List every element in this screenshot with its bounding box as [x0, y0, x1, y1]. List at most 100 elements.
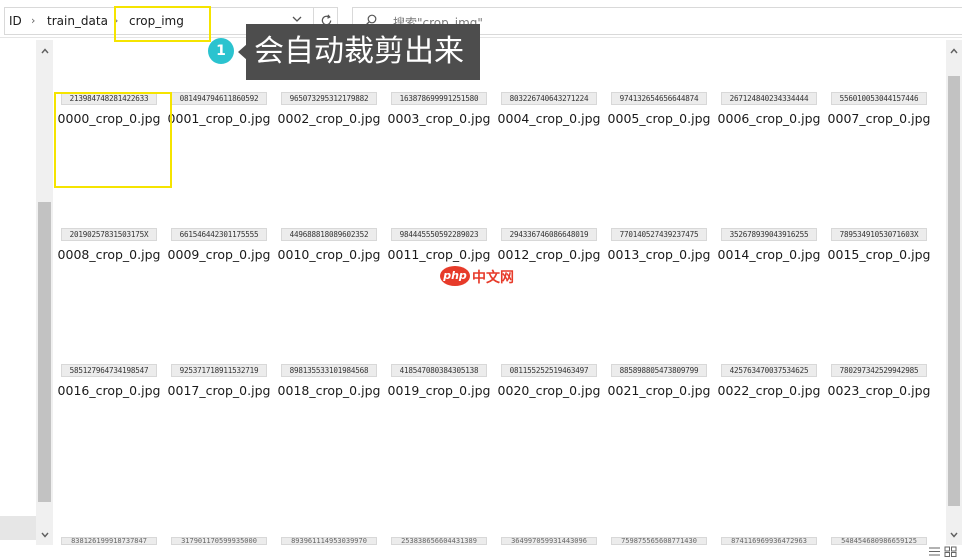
file-thumbnail: 974132654656644874	[611, 92, 707, 105]
file-thumbnail-partial: 548454680986659125	[831, 537, 927, 545]
file-thumbnail: 78953491053071603X	[831, 228, 927, 241]
file-name: 0005_crop_0.jpg	[607, 111, 711, 126]
file-name: 0011_crop_0.jpg	[387, 247, 491, 262]
file-thumbnail: 418547080384305138	[391, 364, 487, 377]
file-name: 0020_crop_0.jpg	[497, 383, 601, 398]
file-thumbnail-partial: 364997059931443096	[501, 537, 597, 545]
file-thumbnail-partial: 317901170599935000	[171, 537, 267, 545]
file-item[interactable]: 425763470037534625 0022_crop_0.jpg	[714, 324, 824, 460]
chevron-down-icon	[950, 532, 958, 538]
file-name: 0006_crop_0.jpg	[717, 111, 821, 126]
details-view-icon[interactable]	[928, 546, 941, 557]
content-scrollbar[interactable]	[946, 40, 962, 545]
breadcrumb-train-data[interactable]: train_data	[47, 14, 108, 28]
file-name: 0013_crop_0.jpg	[607, 247, 711, 262]
file-item[interactable]: 770140527439237475 0013_crop_0.jpg	[604, 188, 714, 324]
file-name: 0023_crop_0.jpg	[827, 383, 931, 398]
file-name: 0012_crop_0.jpg	[497, 247, 601, 262]
chevron-down-icon	[292, 16, 302, 22]
file-thumbnail: 267124840234334444	[721, 92, 817, 105]
file-name: 0002_crop_0.jpg	[277, 111, 381, 126]
file-thumbnail: 803226740643271224	[501, 92, 597, 105]
file-item[interactable]: 78953491053071603X 0015_crop_0.jpg	[824, 188, 934, 324]
navigation-pane[interactable]	[0, 40, 36, 559]
file-item[interactable]: 898135533101984568 0018_crop_0.jpg	[274, 324, 384, 460]
callout-text: 会自动裁剪出来	[246, 24, 480, 80]
file-item[interactable]: 585127964734198547 0016_crop_0.jpg	[54, 324, 164, 460]
file-thumbnail: 163878699991251580	[391, 92, 487, 105]
file-item[interactable]: 984445550592289023 0011_crop_0.jpg	[384, 188, 494, 324]
file-item[interactable]: 352678939043916255 0014_crop_0.jpg	[714, 188, 824, 324]
file-item[interactable]: 661546442301175555 0009_crop_0.jpg	[164, 188, 274, 324]
file-thumbnail: 294336746086648019	[501, 228, 597, 241]
file-thumbnail: 770140527439237475	[611, 228, 707, 241]
file-thumbnail: 352678939043916255	[721, 228, 817, 241]
scroll-up-button[interactable]	[36, 44, 53, 61]
file-item[interactable]: 925371718911532719 0017_crop_0.jpg	[164, 324, 274, 460]
file-item[interactable]: 20190257831503175X 0008_crop_0.jpg	[54, 188, 164, 324]
file-thumbnail-partial: 893961114953039970	[281, 537, 377, 545]
view-mode-buttons	[928, 546, 960, 559]
file-name: 0015_crop_0.jpg	[827, 247, 931, 262]
file-item[interactable]: 803226740643271224 0004_crop_0.jpg	[494, 52, 604, 188]
current-folder-highlight	[114, 6, 211, 42]
file-thumbnail: 780297342529942985	[831, 364, 927, 377]
file-item[interactable]: 974132654656644874 0005_crop_0.jpg	[604, 52, 714, 188]
file-thumbnail: 925371718911532719	[171, 364, 267, 377]
file-item[interactable]: 885898805473809799 0021_crop_0.jpg	[604, 324, 714, 460]
file-name: 0017_crop_0.jpg	[167, 383, 271, 398]
breadcrumb-id[interactable]: ID	[9, 14, 22, 28]
file-thumbnail: 984445550592289023	[391, 228, 487, 241]
large-icons-view-icon[interactable]	[944, 546, 957, 557]
file-name: 0008_crop_0.jpg	[57, 247, 161, 262]
file-item[interactable]: 449688818089602352 0010_crop_0.jpg	[274, 188, 384, 324]
chevron-up-icon	[40, 48, 49, 54]
file-name: 0003_crop_0.jpg	[387, 111, 491, 126]
file-item[interactable]: 418547080384305138 0019_crop_0.jpg	[384, 324, 494, 460]
file-thumbnail-partial: 838126199918737847	[61, 537, 157, 545]
scrollbar-thumb[interactable]	[38, 202, 51, 502]
file-name: 0019_crop_0.jpg	[387, 383, 491, 398]
file-thumbnail-partial: 759875565608771430	[611, 537, 707, 545]
file-name: 0018_crop_0.jpg	[277, 383, 381, 398]
file-item[interactable]: 081155252519463497 0020_crop_0.jpg	[494, 324, 604, 460]
file-name: 0021_crop_0.jpg	[607, 383, 711, 398]
file-name: 0004_crop_0.jpg	[497, 111, 601, 126]
file-thumbnail: 449688818089602352	[281, 228, 377, 241]
scrollbar-thumb[interactable]	[948, 76, 960, 506]
scroll-up-button[interactable]	[946, 44, 962, 61]
file-thumbnail: 585127964734198547	[61, 364, 157, 377]
breadcrumb-separator[interactable]: ›	[31, 14, 35, 27]
file-thumbnail: 965073295312179882	[281, 92, 377, 105]
scroll-down-button[interactable]	[36, 528, 53, 545]
navigation-pane-item[interactable]	[0, 516, 36, 540]
navigation-scrollbar[interactable]	[36, 40, 53, 545]
file-thumbnail-partial: 253838656604431389	[391, 537, 487, 545]
file-item[interactable]: 780297342529942985 0023_crop_0.jpg	[824, 324, 934, 460]
file-item[interactable]: 556010053044157446 0007_crop_0.jpg	[824, 52, 934, 188]
file-name: 0014_crop_0.jpg	[717, 247, 821, 262]
callout-number-badge: 1	[208, 38, 234, 64]
chevron-up-icon	[950, 48, 958, 54]
file-thumbnail: 20190257831503175X	[61, 228, 157, 241]
file-name: 0022_crop_0.jpg	[717, 383, 821, 398]
file-thumbnail: 885898805473809799	[611, 364, 707, 377]
file-thumbnail: 556010053044157446	[831, 92, 927, 105]
watermark-text: 中文网	[472, 270, 514, 286]
selected-file-highlight	[54, 92, 172, 188]
file-thumbnail: 661546442301175555	[171, 228, 267, 241]
file-grid[interactable]: 213984748281422633 0000_crop_0.jpg 0814947…	[54, 40, 946, 545]
scroll-down-button[interactable]	[946, 528, 962, 545]
chevron-down-icon	[40, 532, 49, 538]
watermark-logo: php	[440, 266, 470, 286]
file-item[interactable]: 267124840234334444 0006_crop_0.jpg	[714, 52, 824, 188]
file-name: 0001_crop_0.jpg	[167, 111, 271, 126]
file-item[interactable]: 294336746086648019 0012_crop_0.jpg	[494, 188, 604, 324]
file-name: 0010_crop_0.jpg	[277, 247, 381, 262]
file-thumbnail: 898135533101984568	[281, 364, 377, 377]
file-name: 0016_crop_0.jpg	[57, 383, 161, 398]
file-thumbnail: 425763470037534625	[721, 364, 817, 377]
file-name: 0009_crop_0.jpg	[167, 247, 271, 262]
file-name: 0007_crop_0.jpg	[827, 111, 931, 126]
file-thumbnail: 081494794611860592	[171, 92, 267, 105]
